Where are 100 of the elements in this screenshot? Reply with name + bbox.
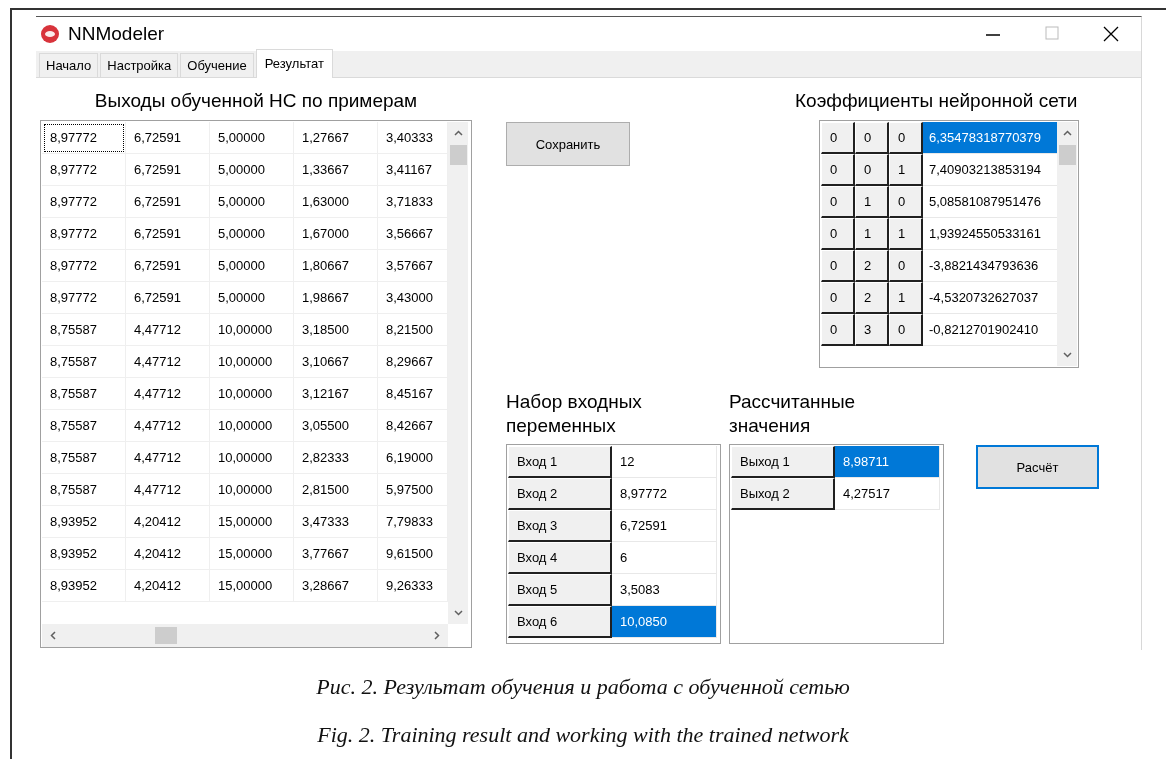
scrollbar-thumb[interactable] (449, 145, 467, 165)
table-cell: 5,00000 (210, 218, 294, 250)
row-header: 0 (821, 218, 855, 250)
table-cell: 3,12167 (294, 378, 378, 410)
table-cell: 6,72591 (126, 250, 210, 282)
row-header: 0 (821, 122, 855, 154)
table-cell: 8,97772 (42, 250, 126, 282)
table-cell: 8,98711 (835, 446, 940, 478)
table-cell: 6,72591 (126, 122, 210, 154)
table-cell: 2,81500 (294, 474, 378, 506)
table-cell: 6,72591 (126, 186, 210, 218)
scroll-down-icon[interactable] (452, 607, 464, 618)
row-header: 0 (889, 186, 923, 218)
row-header: 1 (855, 186, 889, 218)
tab[interactable]: Результат (255, 49, 333, 78)
table-cell: 4,20412 (126, 506, 210, 538)
table-cell: 1,63000 (294, 186, 378, 218)
row-header: 1 (889, 282, 923, 314)
horizontal-scrollbar[interactable] (42, 624, 448, 647)
table-cell: 4,20412 (126, 538, 210, 570)
table-cell: 1,67000 (294, 218, 378, 250)
table-cell: 3,47333 (294, 506, 378, 538)
tab[interactable]: Настройка (100, 53, 179, 77)
tab[interactable]: Обучение (180, 53, 254, 77)
row-header: 2 (855, 282, 889, 314)
row-header: 0 (821, 154, 855, 186)
table-cell: 8,75587 (42, 442, 126, 474)
table-cell: 5,00000 (210, 122, 294, 154)
table-cell: 12 (612, 446, 717, 478)
table-cell: 1,33667 (294, 154, 378, 186)
table-cell: 10,00000 (210, 346, 294, 378)
scroll-down-icon[interactable] (1061, 349, 1073, 360)
row-header: 0 (889, 250, 923, 282)
tab[interactable]: Начало (39, 53, 99, 77)
table-cell: 3,18500 (294, 314, 378, 346)
row-header: 3 (855, 314, 889, 346)
scrollbar-thumb[interactable] (155, 627, 177, 644)
table-cell: 8,45167 (378, 378, 448, 410)
table-cell: 8,93952 (42, 538, 126, 570)
row-header: Вход 4 (508, 542, 612, 574)
table-cell: 6,19000 (378, 442, 448, 474)
table-cell: 8,93952 (42, 570, 126, 602)
calculate-button[interactable]: Расчёт (976, 445, 1099, 489)
table-cell: 15,00000 (210, 506, 294, 538)
app-logo-icon (40, 24, 60, 44)
vertical-scrollbar[interactable] (448, 122, 468, 624)
table-cell: 3,10667 (294, 346, 378, 378)
row-header: Вход 5 (508, 574, 612, 606)
scroll-right-icon[interactable] (431, 630, 442, 641)
table-cell: 6,72591 (126, 282, 210, 314)
table-cell: 8,75587 (42, 474, 126, 506)
table-cell: 2,82333 (294, 442, 378, 474)
row-header: 0 (855, 154, 889, 186)
table-cell: 4,47712 (126, 410, 210, 442)
table-cell: 4,20412 (126, 570, 210, 602)
table-cell: 8,97772 (42, 282, 126, 314)
row-header: 1 (889, 154, 923, 186)
row-header: 0 (821, 314, 855, 346)
table-cell: 1,80667 (294, 250, 378, 282)
table-cell: 3,28667 (294, 570, 378, 602)
table-cell: 8,93952 (42, 506, 126, 538)
table-cell: 3,71833 (378, 186, 448, 218)
table-cell: 8,97772 (42, 218, 126, 250)
row-header: 1 (855, 218, 889, 250)
table-cell: 6,72591 (126, 154, 210, 186)
row-header: Вход 2 (508, 478, 612, 510)
table-cell: 4,47712 (126, 474, 210, 506)
table-cell: 15,00000 (210, 538, 294, 570)
row-header: 2 (855, 250, 889, 282)
scroll-left-icon[interactable] (48, 630, 59, 641)
table-cell: 3,41167 (378, 154, 448, 186)
table-cell: 6,35478318770379 (923, 122, 1057, 154)
row-header: Выход 2 (731, 478, 835, 510)
table-cell: 4,47712 (126, 346, 210, 378)
table-cell: 7,79833 (378, 506, 448, 538)
table-cell: 8,75587 (42, 410, 126, 442)
row-header: 0 (889, 314, 923, 346)
table-cell: 10,00000 (210, 410, 294, 442)
table-cell: 8,97772 (42, 122, 126, 154)
table-cell: 8,75587 (42, 346, 126, 378)
row-header: Выход 1 (731, 446, 835, 478)
row-header: 1 (889, 218, 923, 250)
table-cell: 10,00000 (210, 442, 294, 474)
table-cell: 6 (612, 542, 717, 574)
table-cell: 3,77667 (294, 538, 378, 570)
figure-caption: Fig. 2. Training result and working with the trained network (316, 722, 850, 748)
table-cell: 5,00000 (210, 250, 294, 282)
vertical-scrollbar[interactable] (1057, 122, 1077, 366)
table-cell: 8,97772 (42, 186, 126, 218)
table-cell: 10,0850 (612, 606, 717, 638)
save-button[interactable]: Сохранить (506, 122, 630, 166)
table-cell: 5,00000 (210, 154, 294, 186)
section-title: Коэффициенты нейронной сети (795, 90, 1079, 112)
close-icon[interactable] (1103, 26, 1119, 42)
window-title: NNModeler (68, 23, 165, 45)
figure-caption: Рис. 2. Результат обучения и работа с обученной сетью (315, 674, 851, 700)
scrollbar-thumb[interactable] (1058, 145, 1076, 165)
table-cell: 15,00000 (210, 570, 294, 602)
row-header: 0 (889, 122, 923, 154)
table-cell: 3,5083 (612, 574, 717, 606)
